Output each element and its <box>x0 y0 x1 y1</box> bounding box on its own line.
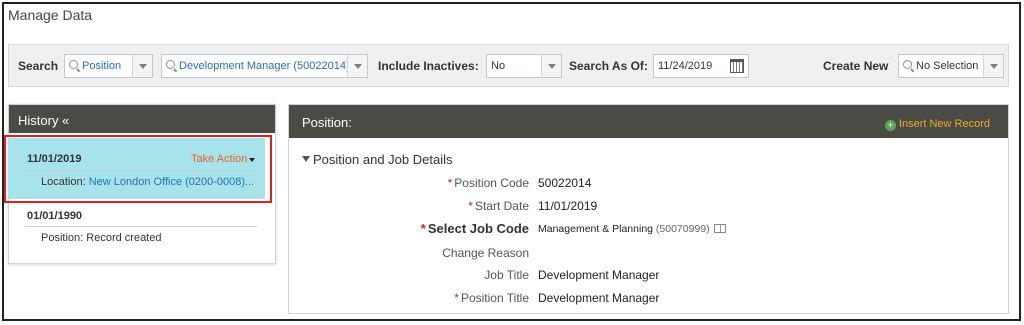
id-card-icon[interactable] <box>713 224 726 233</box>
search-toolbar: Search Position Development Manager (500… <box>8 44 1009 87</box>
field-label-job-title: Job Title <box>484 268 529 282</box>
chevron-down-icon[interactable] <box>347 55 367 77</box>
field-value-start-date: 11/01/2019 <box>538 199 598 213</box>
include-inactives-label: Include Inactives: <box>378 59 479 73</box>
page-title: Manage Data <box>8 7 93 23</box>
history-title[interactable]: History « <box>9 105 275 133</box>
insert-new-record-button[interactable]: + Insert New Record <box>884 118 990 131</box>
include-inactives-dropdown[interactable]: No <box>486 54 562 78</box>
search-icon <box>903 60 912 69</box>
calendar-icon[interactable] <box>730 59 744 73</box>
field-label-change-reason: Change Reason <box>442 246 529 260</box>
search-icon <box>166 60 175 69</box>
section-toggle-position-job-details[interactable]: Position and Job Details <box>302 152 452 167</box>
search-type-dropdown[interactable]: Position <box>64 54 153 78</box>
include-inactives-value: No <box>491 60 506 72</box>
field-label-select-job-code: * Select Job Code <box>420 221 529 236</box>
search-value-field[interactable]: Development Manager (50022014) <box>161 54 368 78</box>
search-value-text: Development Manager (50022014) <box>179 60 350 72</box>
field-label-start-date: * Start Date <box>468 199 529 213</box>
field-label-position-title: * Position Title <box>454 291 529 305</box>
search-icon <box>69 60 78 69</box>
create-new-label: Create New <box>823 59 889 73</box>
search-as-of-label: Search As Of: <box>569 59 648 73</box>
history-detail-label: Position: <box>41 232 84 244</box>
chevron-down-icon[interactable] <box>132 55 152 77</box>
search-as-of-date-value: 11/24/2019 <box>658 60 713 72</box>
search-as-of-date-field[interactable]: 11/24/2019 <box>653 54 749 78</box>
highlight-outline <box>4 135 272 203</box>
search-label: Search <box>18 59 59 73</box>
position-panel: Position: + Insert New Record <box>288 104 1009 314</box>
field-value-job-title: Development Manager <box>538 268 660 282</box>
field-value-position-code: 50022014 <box>538 176 592 190</box>
create-new-value: No Selection <box>916 60 979 72</box>
search-type-value: Position <box>82 60 122 72</box>
triangle-down-icon <box>302 156 310 162</box>
chevron-down-icon[interactable] <box>983 55 1003 77</box>
history-detail-value: Record created <box>86 232 162 244</box>
history-record-date[interactable]: 01/01/1990 <box>27 210 82 222</box>
field-value-job-code[interactable]: Management & Planning (50070999) <box>538 223 726 235</box>
section-title: Position and Job Details <box>313 152 453 167</box>
history-divider <box>25 226 257 227</box>
history-record-detail: Position: Record created <box>41 232 161 244</box>
plus-icon: + <box>884 120 896 131</box>
field-value-position-title: Development Manager <box>538 291 660 305</box>
field-label-position-code: * Position Code <box>447 176 529 190</box>
chevron-down-icon[interactable] <box>541 55 561 77</box>
create-new-dropdown[interactable]: No Selection <box>898 54 1004 78</box>
insert-new-record-label: Insert New Record <box>898 118 990 130</box>
